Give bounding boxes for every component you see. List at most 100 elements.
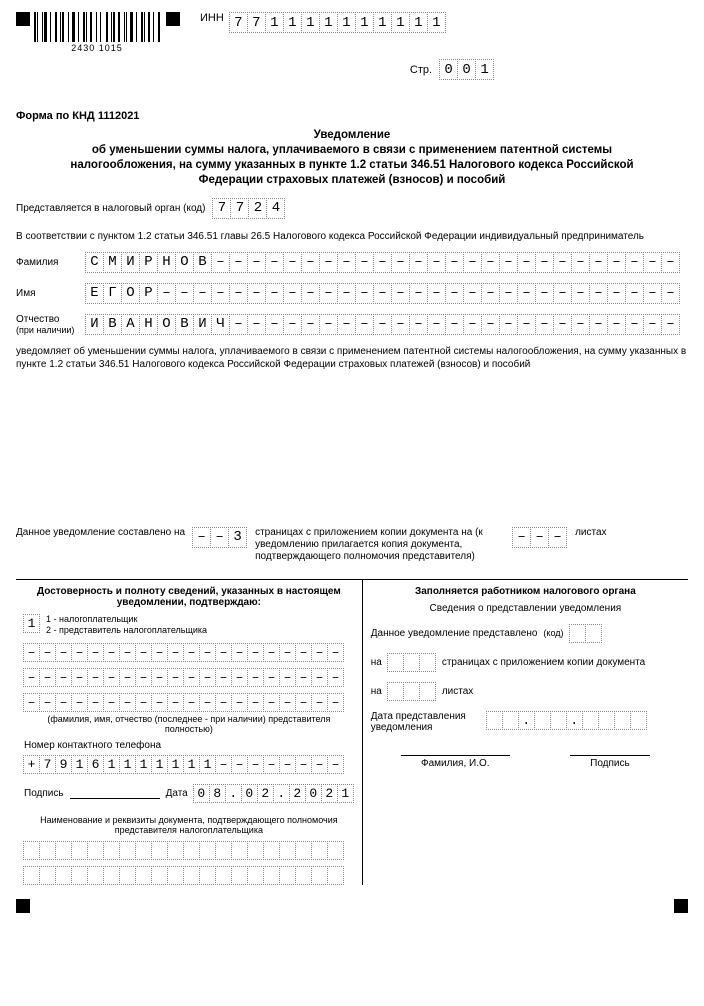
cell — [571, 283, 590, 304]
cell — [319, 252, 338, 273]
right-pages-2 — [403, 653, 420, 672]
cell — [517, 314, 536, 335]
right-l2a: на — [371, 657, 382, 668]
inn-cells: 771111111111 — [230, 12, 446, 33]
cell: 1 — [301, 12, 320, 33]
tax-org-row: Представляется в налоговый орган (код) 7… — [16, 198, 688, 219]
cell — [319, 314, 338, 335]
cell — [55, 643, 72, 662]
name-row: Имя ЕГОР — [16, 283, 688, 304]
cell — [295, 866, 312, 885]
cell — [530, 527, 549, 548]
cell — [263, 643, 280, 662]
cell — [630, 711, 647, 730]
right-pages-3 — [419, 653, 436, 672]
cell — [279, 755, 296, 774]
cell: 0 — [193, 784, 210, 803]
cell: 3 — [228, 527, 247, 548]
cell — [279, 668, 296, 687]
cell — [625, 252, 644, 273]
cell — [263, 755, 280, 774]
pages-block: Данное уведомление составлено на 3 стран… — [16, 527, 688, 563]
cell: Р — [139, 252, 158, 273]
cell — [71, 866, 88, 885]
cell — [229, 314, 248, 335]
cell: 1 — [71, 755, 88, 774]
right-l1: Данное уведомление представлено — [371, 628, 538, 639]
cell: И — [121, 252, 140, 273]
cell — [625, 283, 644, 304]
cell — [502, 711, 519, 730]
cell — [247, 693, 264, 712]
cell — [71, 643, 88, 662]
cell — [311, 841, 328, 860]
cell: 1 — [373, 12, 392, 33]
right-sheets-1 — [387, 682, 404, 701]
cell — [571, 314, 590, 335]
form-code: Форма по КНД 1112021 — [16, 110, 688, 122]
cell — [71, 841, 88, 860]
cell — [311, 668, 328, 687]
cell — [427, 314, 446, 335]
doc-heading: Наименование и реквизиты документа, подт… — [24, 815, 354, 835]
cell — [55, 668, 72, 687]
barcode: 2430 1015 — [34, 12, 160, 53]
cell — [135, 841, 152, 860]
cell: И — [193, 314, 212, 335]
cell — [355, 252, 374, 273]
cell — [103, 668, 120, 687]
cell — [445, 252, 464, 273]
cell — [215, 693, 232, 712]
pages-label: Данное уведомление составлено на — [16, 527, 185, 538]
cell — [87, 693, 104, 712]
inn-label: ИНН — [200, 12, 224, 24]
cell — [512, 527, 531, 548]
date-cells: 08.02.2021 — [194, 784, 354, 803]
cell: 7 — [247, 12, 266, 33]
cell — [103, 841, 120, 860]
cell — [229, 283, 248, 304]
rep-line-3 — [24, 693, 354, 712]
bottom-markers — [16, 899, 688, 913]
cell: 1 — [409, 12, 428, 33]
cell — [295, 668, 312, 687]
date-label: Дата — [166, 788, 188, 799]
cell: + — [23, 755, 40, 774]
cell — [589, 314, 608, 335]
cell — [661, 314, 680, 335]
cell — [327, 693, 344, 712]
cell: Н — [157, 252, 176, 273]
cell — [427, 252, 446, 273]
cell — [103, 693, 120, 712]
cell — [55, 693, 72, 712]
phone-label: Номер контактного телефона — [24, 740, 354, 751]
surname-cells: СМИРНОВ — [86, 252, 680, 273]
cell: 0 — [241, 784, 258, 803]
cell — [445, 283, 464, 304]
cell — [167, 643, 184, 662]
cell — [23, 866, 40, 885]
intro-text: В соответствии с пунктом 1.2 статьи 346.… — [16, 231, 688, 242]
cell — [279, 643, 296, 662]
sheets-cells — [513, 527, 567, 548]
cell: 2 — [257, 784, 274, 803]
patronymic-row: Отчество (при наличии) ИВАНОВИЧ — [16, 314, 688, 335]
tax-org-cells: 7724 — [213, 198, 285, 219]
cell — [247, 668, 264, 687]
cell — [295, 643, 312, 662]
cell — [327, 668, 344, 687]
cell — [119, 643, 136, 662]
cell — [607, 252, 626, 273]
cell — [39, 841, 56, 860]
cell: М — [103, 252, 122, 273]
patronymic-cells: ИВАНОВИЧ — [86, 314, 680, 335]
cell: А — [121, 314, 140, 335]
surname-row: Фамилия СМИРНОВ — [16, 252, 688, 273]
doc-line-1 — [24, 841, 354, 860]
cell — [283, 252, 302, 273]
cell — [661, 283, 680, 304]
cell — [231, 841, 248, 860]
cell — [215, 841, 232, 860]
cell — [119, 668, 136, 687]
cell — [625, 314, 644, 335]
